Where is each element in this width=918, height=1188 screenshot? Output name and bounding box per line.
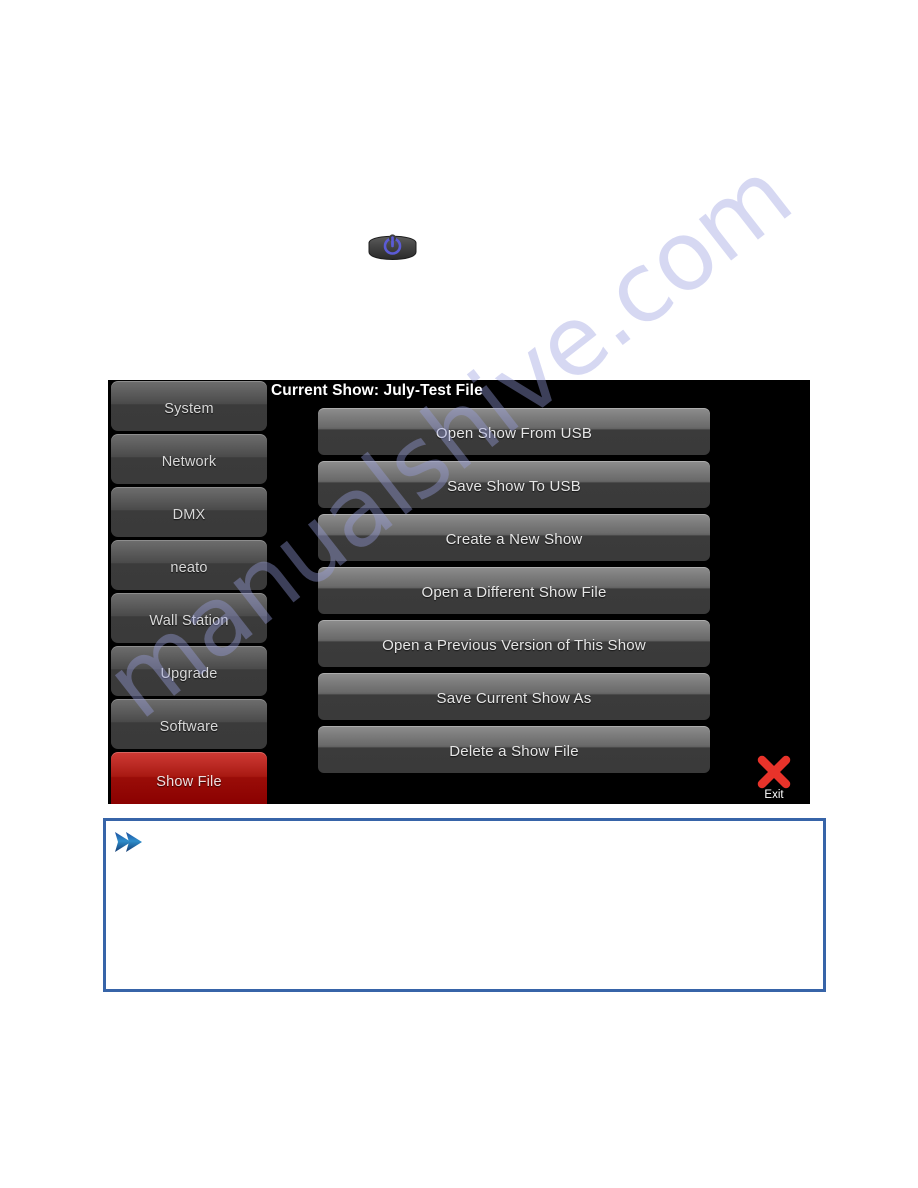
- button-label: Open Show From USB: [435, 425, 593, 442]
- sidebar-item-label: Upgrade: [160, 666, 218, 683]
- button-label: Save Show To USB: [447, 478, 581, 495]
- sidebar-item-wall-station[interactable]: Wall Station: [111, 593, 267, 643]
- note-callout-box: [103, 818, 826, 992]
- sidebar-item-label: Wall Station: [149, 613, 229, 630]
- device-control-panel: System Network DMX neato Wall Station Up…: [108, 380, 810, 804]
- sidebar-item-label: DMX: [172, 507, 206, 524]
- button-label: Save Current Show As: [436, 690, 592, 707]
- sidebar-item-label: System: [164, 401, 214, 418]
- create-a-new-show-button[interactable]: Create a New Show: [318, 514, 710, 561]
- button-label: Delete a Show File: [449, 743, 579, 760]
- power-button-graphic: [366, 231, 419, 263]
- sidebar-item-label: Software: [159, 719, 219, 736]
- sidebar: System Network DMX neato Wall Station Up…: [111, 381, 269, 804]
- save-show-to-usb-button[interactable]: Save Show To USB: [318, 461, 710, 508]
- open-a-previous-version-button[interactable]: Open a Previous Version of This Show: [318, 620, 710, 667]
- sidebar-item-show-file[interactable]: Show File: [111, 752, 267, 804]
- double-arrow-right-icon: [115, 832, 142, 852]
- current-show-title: Current Show: July-Test File: [271, 382, 483, 399]
- show-file-action-list: Open Show From USB Save Show To USB Crea…: [318, 408, 710, 779]
- sidebar-item-label: Network: [161, 454, 217, 471]
- sidebar-item-neato[interactable]: neato: [111, 540, 267, 590]
- exit-button[interactable]: Exit: [747, 755, 801, 802]
- open-show-from-usb-button[interactable]: Open Show From USB: [318, 408, 710, 455]
- exit-label: Exit: [764, 788, 784, 801]
- sidebar-item-label: Show File: [156, 773, 222, 790]
- button-label: Open a Previous Version of This Show: [382, 637, 646, 654]
- sidebar-item-dmx[interactable]: DMX: [111, 487, 267, 537]
- sidebar-item-label: neato: [170, 560, 208, 577]
- button-label: Open a Different Show File: [421, 584, 607, 601]
- close-x-icon: [757, 755, 791, 788]
- open-a-different-show-file-button[interactable]: Open a Different Show File: [318, 567, 710, 614]
- button-label: Create a New Show: [445, 531, 583, 548]
- delete-a-show-file-button[interactable]: Delete a Show File: [318, 726, 710, 773]
- sidebar-item-system[interactable]: System: [111, 381, 267, 431]
- sidebar-item-upgrade[interactable]: Upgrade: [111, 646, 267, 696]
- main-content: Current Show: July-Test File Open Show F…: [269, 380, 810, 804]
- save-current-show-as-button[interactable]: Save Current Show As: [318, 673, 710, 720]
- sidebar-item-software[interactable]: Software: [111, 699, 267, 749]
- sidebar-item-network[interactable]: Network: [111, 434, 267, 484]
